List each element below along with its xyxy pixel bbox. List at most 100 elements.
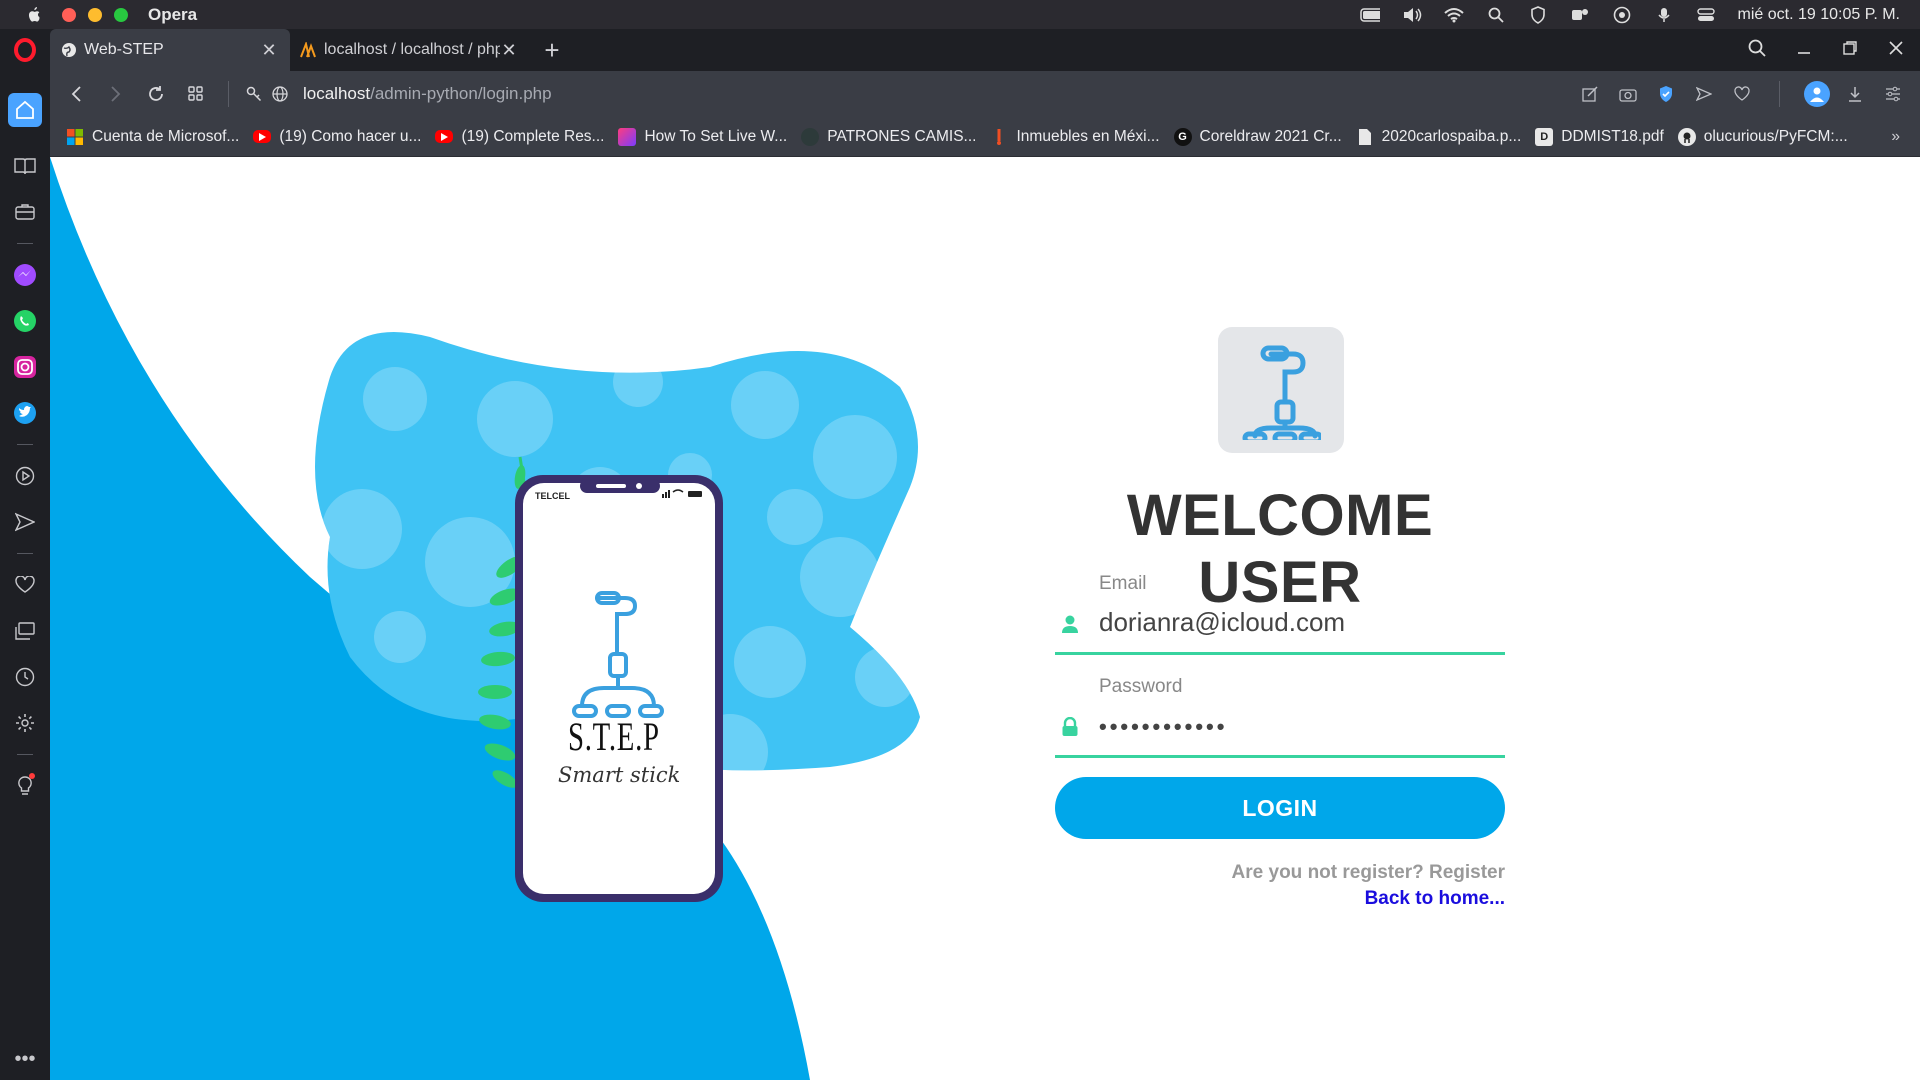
bookmarks-heart-icon[interactable]	[8, 568, 42, 602]
divider	[17, 243, 33, 244]
close-browser-icon[interactable]	[1888, 40, 1904, 61]
zoom-window-button[interactable]	[114, 7, 128, 22]
password-label: Password	[1099, 676, 1183, 697]
login-button[interactable]: LOGIN	[1055, 777, 1505, 839]
bookmark-item[interactable]: Cuenta de Microsof...	[66, 128, 239, 146]
bookmark-item[interactable]: How To Set Live W...	[618, 127, 787, 146]
new-tab-button[interactable]: +	[536, 34, 568, 66]
volume-icon[interactable]	[1402, 5, 1422, 25]
tabs-icon[interactable]	[8, 614, 42, 648]
workspaces-icon[interactable]	[8, 195, 42, 229]
tab-label: localhost / localhost / php...	[324, 41, 500, 58]
shield-icon[interactable]	[1528, 5, 1548, 25]
bookmark-item[interactable]: PATRONES CAMIS...	[801, 127, 976, 146]
messenger-icon[interactable]	[8, 258, 42, 292]
site-icon	[801, 127, 820, 146]
easy-setup-sliders-icon[interactable]	[1880, 74, 1906, 114]
home-icon[interactable]	[8, 93, 42, 127]
close-tab-icon[interactable]: ✕	[260, 40, 278, 60]
phone-carrier: TELCEL	[535, 491, 570, 501]
file-icon	[1356, 128, 1374, 146]
site-key-icon[interactable]	[241, 74, 267, 114]
tab-search-icon[interactable]	[1748, 39, 1766, 62]
minimize-icon[interactable]	[1796, 40, 1812, 61]
close-tab-icon[interactable]: ✕	[500, 40, 518, 60]
reading-list-icon[interactable]	[8, 149, 42, 183]
teams-icon[interactable]	[1570, 5, 1590, 25]
wifi-icon[interactable]	[1443, 5, 1464, 25]
youtube-icon	[435, 130, 454, 143]
url-field[interactable]: localhost/admin-python/login.php	[303, 84, 552, 104]
password-input[interactable]: ••••••••••••	[1099, 714, 1227, 740]
microsoft-icon	[66, 128, 84, 146]
app-name[interactable]: Opera	[148, 5, 197, 25]
email-field[interactable]: Email dorianra@icloud.com	[1055, 569, 1505, 655]
youtube-icon	[253, 130, 272, 143]
divider	[17, 444, 33, 445]
bookmarks-bar: Cuenta de Microsof... (19) Como hacer u.…	[50, 117, 1920, 157]
macos-menubar: Opera mié oct. 19 10:05 P. M.	[0, 0, 1920, 29]
player-icon[interactable]	[8, 459, 42, 493]
chrome-icon[interactable]	[1612, 5, 1632, 25]
forward-icon[interactable]	[96, 74, 136, 114]
email-input[interactable]: dorianra@icloud.com	[1099, 607, 1345, 638]
download-icon[interactable]	[1842, 74, 1868, 114]
minimize-window-button[interactable]	[88, 7, 102, 22]
tab-web-step[interactable]: Web-STEP ✕	[50, 29, 290, 71]
divider	[228, 81, 229, 107]
close-window-button[interactable]	[62, 7, 76, 22]
globe-icon	[60, 41, 78, 59]
phone-brand: S.T.E.P	[568, 714, 660, 759]
bookmark-item[interactable]: Inmuebles en Méxi...	[990, 128, 1160, 146]
pin-icon	[990, 128, 1008, 146]
back-to-home-link[interactable]: Back to home...	[1365, 888, 1505, 910]
tab-grid-icon[interactable]	[176, 74, 216, 114]
opera-menu-icon[interactable]	[0, 29, 50, 71]
more-options-icon[interactable]: •••	[8, 1042, 42, 1076]
whatsapp-icon[interactable]	[8, 304, 42, 338]
tips-lightbulb-icon[interactable]	[8, 769, 42, 803]
g-icon: G	[1173, 127, 1192, 146]
phone-illustration	[315, 332, 920, 902]
password-field[interactable]: Password ••••••••••••	[1055, 672, 1505, 758]
snapshot-camera-icon[interactable]	[1615, 74, 1641, 114]
microphone-icon[interactable]	[1654, 5, 1674, 25]
reload-icon[interactable]	[136, 74, 176, 114]
settings-gear-icon[interactable]	[8, 706, 42, 740]
bookmark-item[interactable]: (19) Como hacer u...	[253, 128, 421, 146]
site-info-globe-icon[interactable]	[267, 74, 293, 114]
tab-phpmyadmin[interactable]: localhost / localhost / php... ✕	[290, 29, 530, 71]
control-center-icon[interactable]	[1696, 5, 1716, 25]
easy-setup-icon[interactable]	[1577, 74, 1603, 114]
spotlight-search-icon[interactable]	[1486, 5, 1506, 25]
flow-send-icon[interactable]	[8, 505, 42, 539]
restore-icon[interactable]	[1842, 40, 1858, 61]
divider	[1779, 81, 1780, 107]
bookmark-item[interactable]: G Coreldraw 2021 Cr...	[1173, 127, 1342, 146]
phpmyadmin-icon	[300, 41, 318, 59]
twitter-icon[interactable]	[8, 396, 42, 430]
phone-tagline: Smart stick	[558, 763, 681, 787]
github-icon	[1677, 127, 1696, 146]
bookmark-item[interactable]: (19) Complete Res...	[435, 128, 604, 146]
more-bookmarks-icon[interactable]: »	[1891, 128, 1900, 146]
history-clock-icon[interactable]	[8, 660, 42, 694]
instagram-icon[interactable]	[8, 350, 42, 384]
site-icon	[618, 127, 637, 146]
register-link[interactable]: Are you not register? Register	[1232, 862, 1505, 884]
bookmark-item[interactable]: olucurious/PyFCM:...	[1677, 127, 1848, 146]
vpn-shield-icon[interactable]	[1653, 74, 1679, 114]
apple-icon[interactable]	[24, 5, 44, 25]
tab-label: Web-STEP	[84, 41, 164, 58]
profile-avatar-icon[interactable]	[1804, 81, 1830, 107]
bookmark-item[interactable]: 2020carlospaiba.p...	[1356, 128, 1521, 146]
bookmark-item[interactable]: D DDMIST18.pdf	[1535, 127, 1664, 146]
battery-icon[interactable]	[1359, 5, 1380, 25]
back-icon[interactable]	[56, 74, 96, 114]
web-page: TELCEL S.T.E.P Smart stick WELCOME USER …	[50, 157, 1920, 1080]
menubar-clock[interactable]: mié oct. 19 10:05 P. M.	[1738, 6, 1900, 24]
window-controls	[62, 7, 128, 22]
cane-logo-icon	[1242, 345, 1321, 440]
heart-icon[interactable]	[1729, 74, 1755, 114]
send-icon[interactable]	[1691, 74, 1717, 114]
